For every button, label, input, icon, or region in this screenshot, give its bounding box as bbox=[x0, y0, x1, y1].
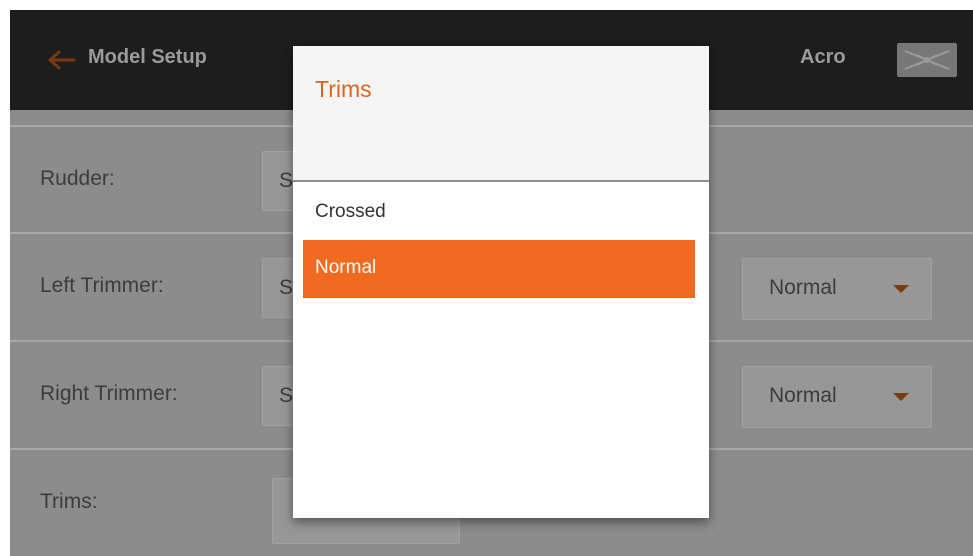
airplane-icon bbox=[897, 43, 957, 77]
screen: Model Setup Acro Rudder: S Left Trimmer:… bbox=[10, 10, 973, 556]
option-label: Normal bbox=[315, 257, 377, 278]
model-type-label: Acro bbox=[800, 46, 846, 68]
dialog-header: Trims bbox=[293, 46, 709, 182]
row-label: Right Trimmer: bbox=[40, 382, 178, 405]
option-crossed[interactable]: Crossed bbox=[303, 184, 695, 242]
select-value: S bbox=[279, 384, 294, 407]
option-label: Crossed bbox=[315, 201, 386, 222]
arrow-left-icon[interactable] bbox=[46, 48, 76, 72]
left-trimmer-direction-select[interactable]: Normal bbox=[742, 258, 932, 320]
row-label: Rudder: bbox=[40, 167, 115, 190]
page-title: Model Setup bbox=[88, 46, 207, 68]
row-label: Left Trimmer: bbox=[40, 274, 164, 297]
select-value: Normal bbox=[769, 276, 837, 299]
dropdown-caret-icon bbox=[893, 285, 909, 293]
option-normal-selected[interactable]: Normal bbox=[303, 240, 695, 298]
select-value: S bbox=[279, 169, 294, 192]
row-label: Trims: bbox=[40, 490, 98, 513]
trims-dialog: Trims Crossed Normal bbox=[293, 46, 709, 518]
right-trimmer-direction-select[interactable]: Normal bbox=[742, 366, 932, 428]
select-value: Normal bbox=[769, 384, 837, 407]
select-value: S bbox=[279, 276, 294, 299]
dialog-title: Trims bbox=[315, 76, 372, 102]
dropdown-caret-icon bbox=[893, 393, 909, 401]
